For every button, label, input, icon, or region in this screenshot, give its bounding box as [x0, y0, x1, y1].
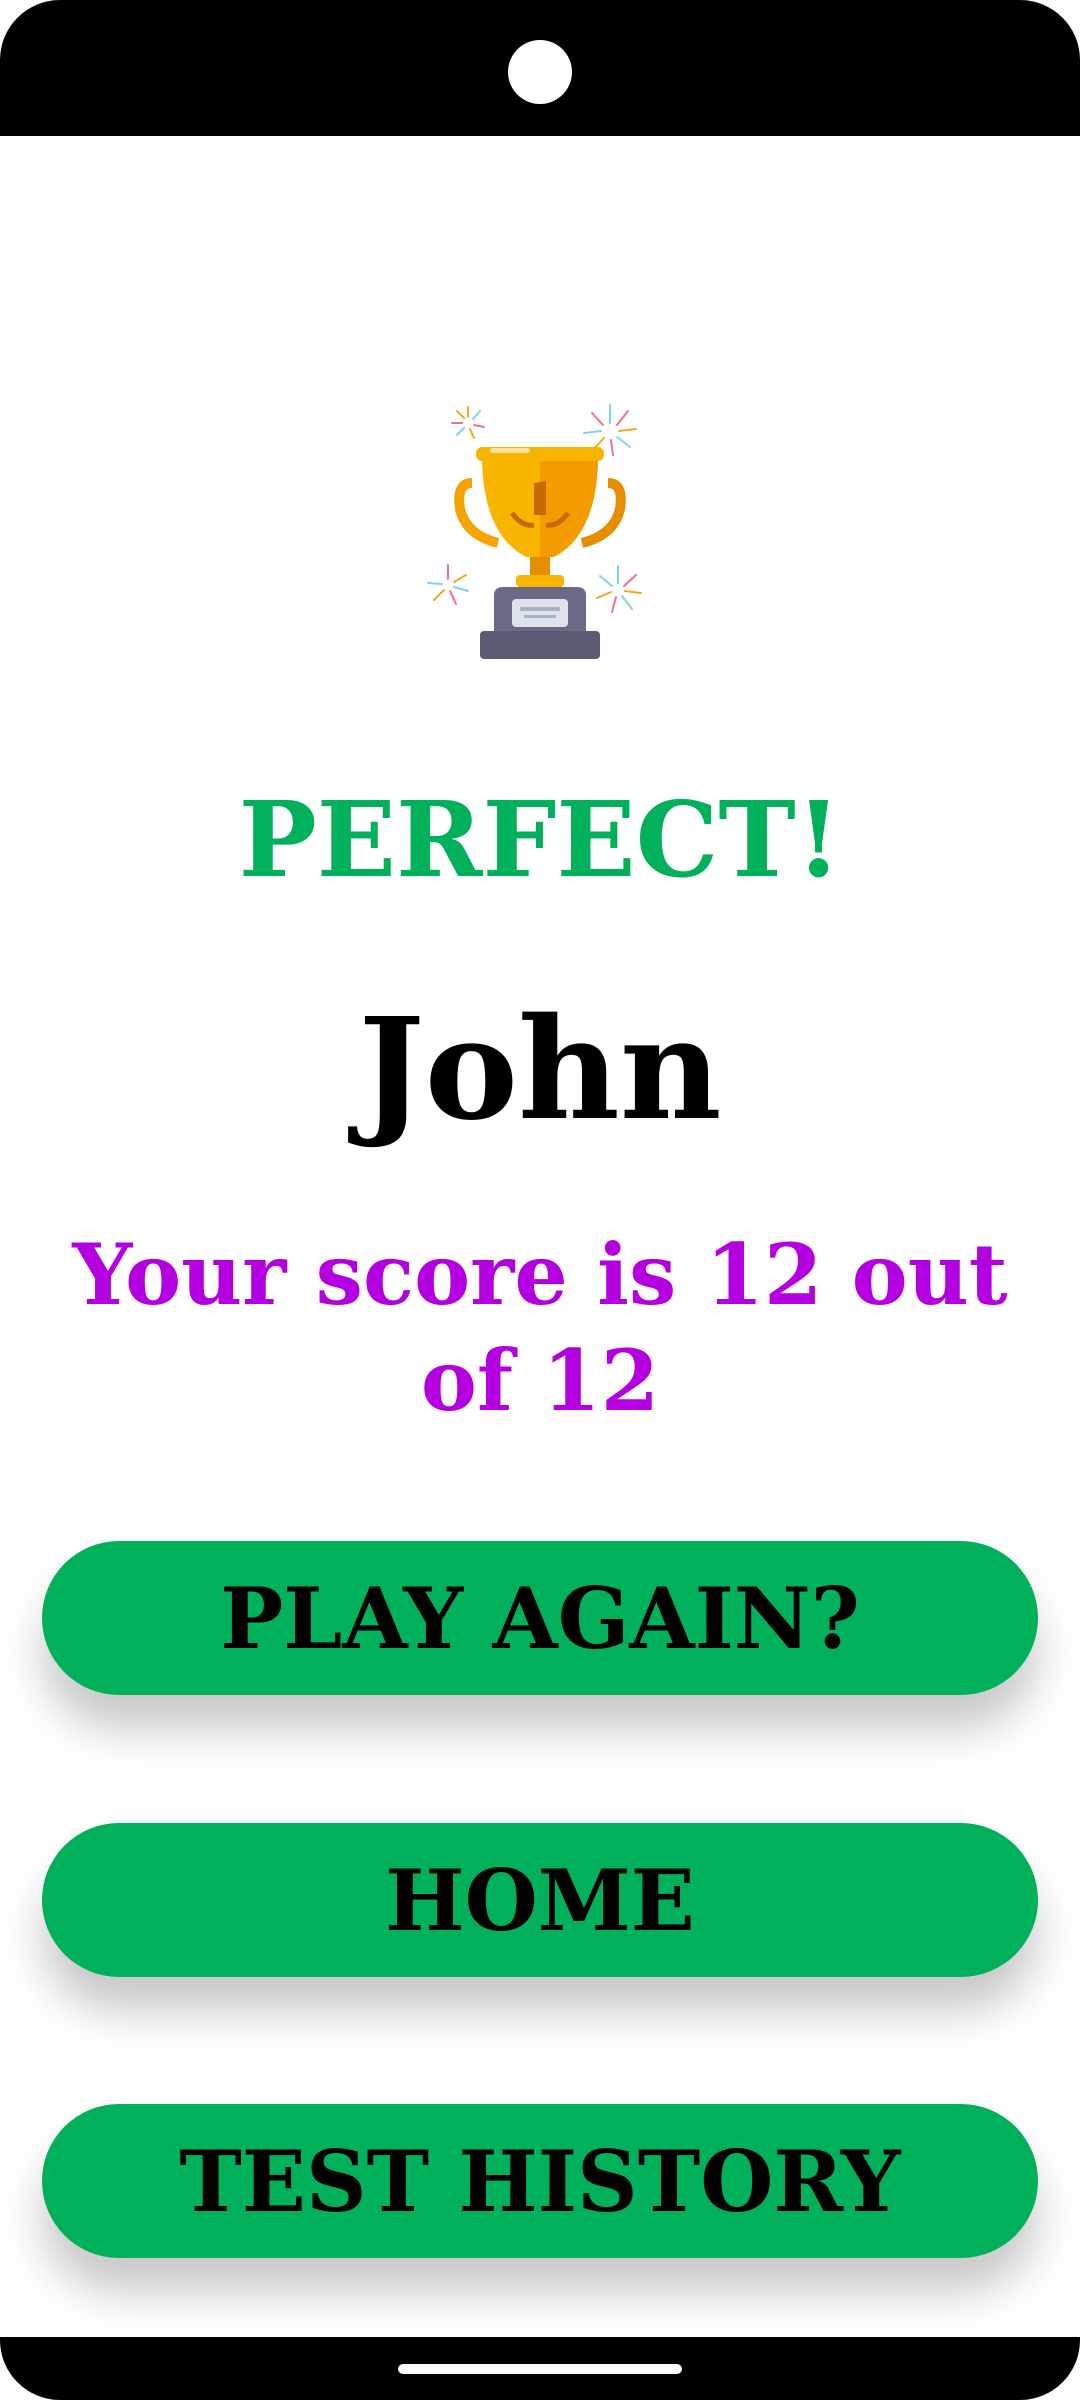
camera-icon	[508, 40, 572, 104]
home-button[interactable]: HOME	[42, 1823, 1038, 1977]
home-indicator[interactable]	[398, 2364, 682, 2374]
score-text: Your score is 12 out of 12	[72, 1225, 1008, 1430]
play-again-button[interactable]: PLAY AGAIN?	[42, 1541, 1038, 1695]
status-bar	[0, 0, 1080, 136]
trophy-icon	[427, 404, 642, 659]
result-title: PERFECT!	[238, 778, 842, 901]
player-name: John	[358, 988, 722, 1152]
test-history-button[interactable]: TEST HISTORY	[42, 2104, 1038, 2258]
